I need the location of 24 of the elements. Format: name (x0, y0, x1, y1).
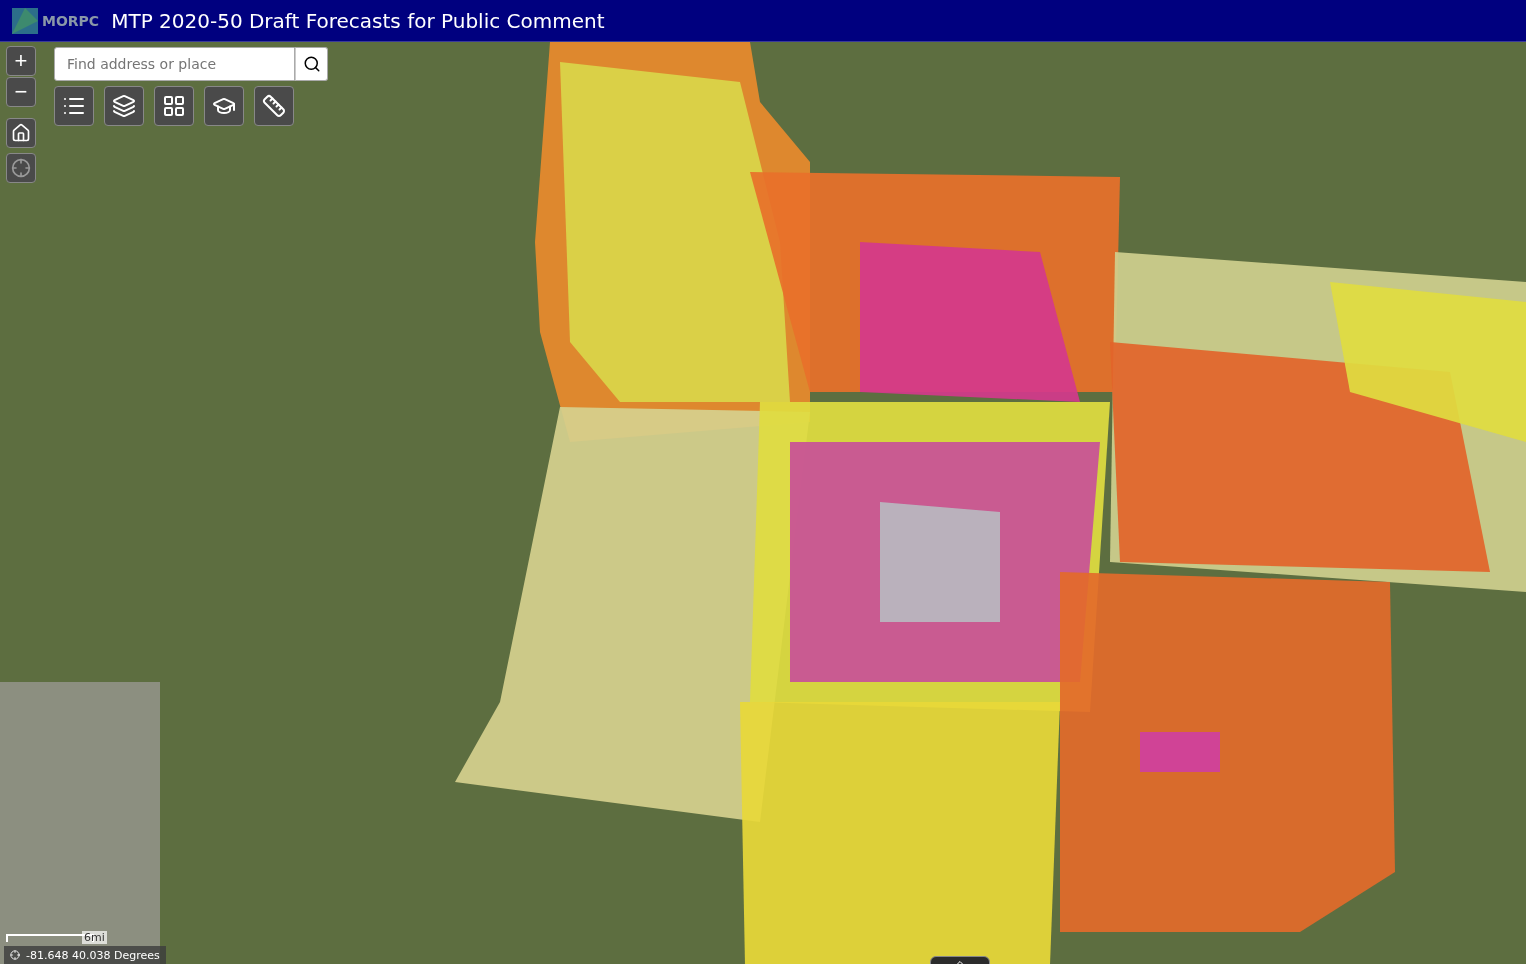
search-field[interactable]: Find address or place (54, 47, 295, 81)
zoom-out-button[interactable]: − (6, 77, 36, 107)
home-button[interactable] (6, 118, 36, 148)
toolbar-button[interactable] (254, 86, 294, 126)
coordinate-text: -81.648 40.038 Degrees (26, 948, 160, 962)
zoom-in-button[interactable]: + (6, 46, 36, 76)
home-icon (11, 123, 31, 143)
layers-icon (112, 94, 136, 118)
logo-icon (12, 7, 38, 34)
app-title: MTP 2020-50 Draft Forecasts for Public Comment (111, 8, 605, 33)
scale-label: 6mi (82, 931, 107, 944)
crosshair-icon (10, 950, 20, 960)
crosshair-icon (11, 158, 31, 178)
logo-text: MORPC (42, 12, 100, 29)
toolbar-button[interactable] (204, 86, 244, 126)
locate-button[interactable] (6, 153, 36, 183)
search-button[interactable] (295, 47, 328, 81)
ruler-icon (262, 94, 286, 118)
toolbar-button[interactable] (54, 86, 94, 126)
toolbar-button[interactable] (104, 86, 144, 126)
grid-icon (162, 94, 186, 118)
toolbar-button[interactable] (154, 86, 194, 126)
search-icon (302, 55, 321, 73)
map-drawing[interactable] (0, 42, 1526, 964)
